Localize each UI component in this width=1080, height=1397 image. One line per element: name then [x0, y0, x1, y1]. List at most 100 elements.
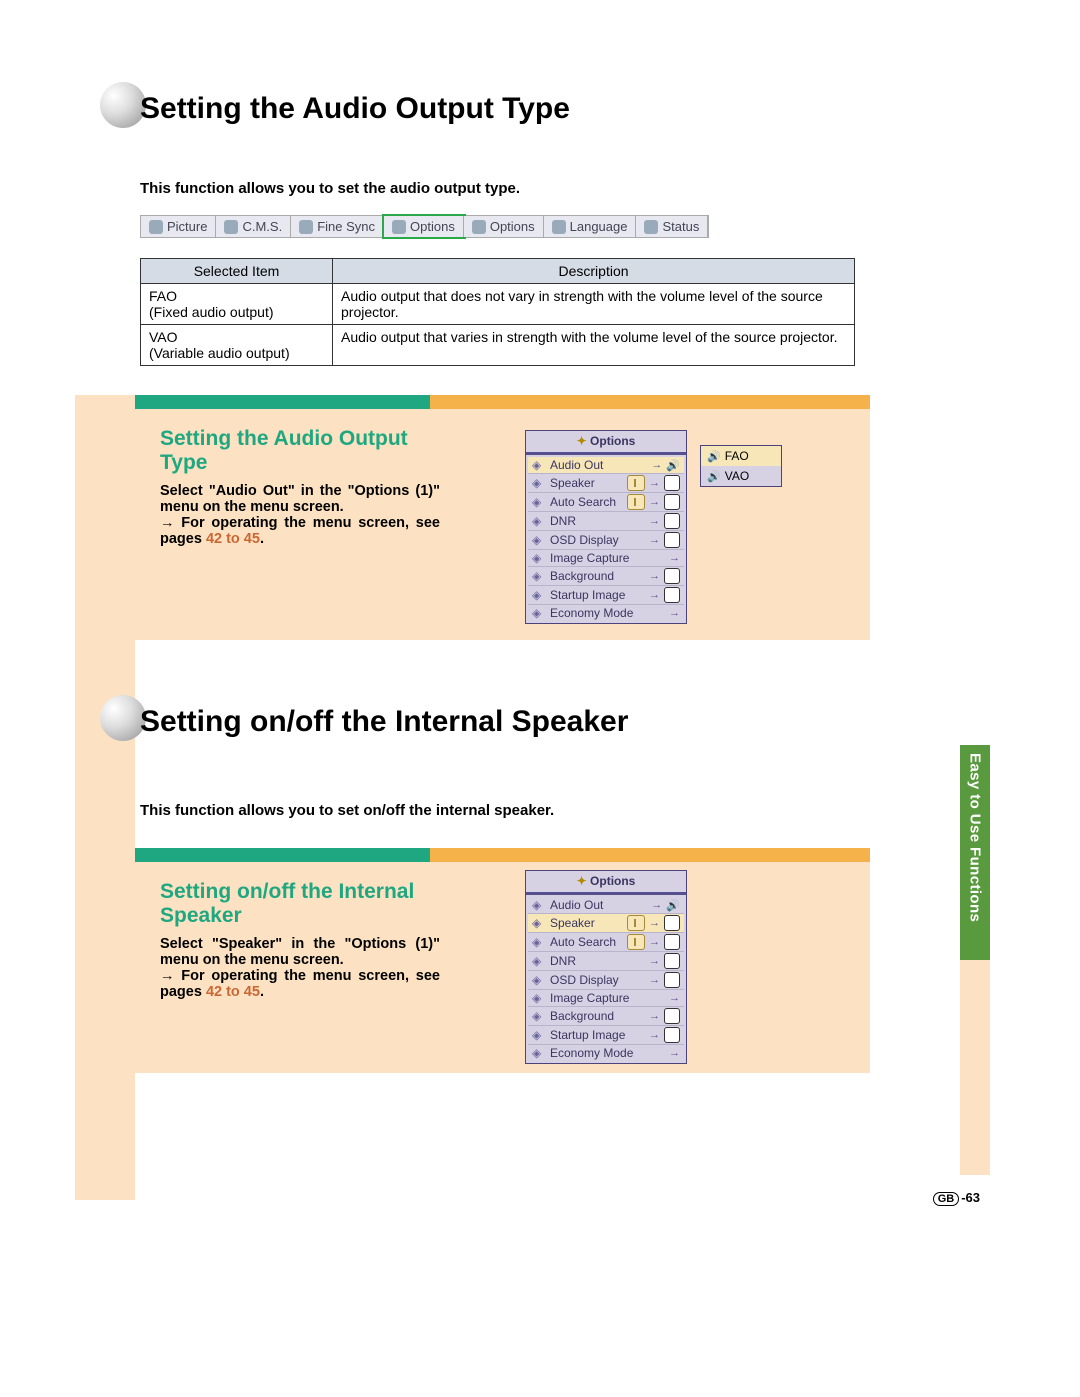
tab-icon: [392, 220, 406, 234]
arrow-icon: →: [649, 570, 660, 582]
side-tab: Easy to Use Functions: [960, 745, 990, 960]
value-badge: [664, 953, 680, 969]
options-row: ◈Speaker→: [528, 474, 684, 493]
tab-icon: [149, 220, 163, 234]
arrow-icon: →: [651, 899, 662, 911]
option-label: Speaker: [550, 916, 623, 930]
option-label: DNR: [550, 954, 645, 968]
options-row: ◈DNR→: [528, 952, 684, 971]
option-label: Auto Search: [550, 935, 623, 949]
table-head-item: Selected Item: [141, 259, 333, 284]
slider-icon: [627, 934, 645, 950]
option-icon: ◈: [532, 916, 546, 930]
option-icon: ◈: [532, 551, 546, 565]
page-number: GB-63: [933, 1190, 980, 1206]
options-row: ◈ Startup Image →: [528, 586, 684, 605]
option-label: Audio Out: [550, 458, 647, 472]
value-badge: [664, 568, 680, 584]
submenu-label: FAO: [725, 449, 749, 463]
arrow-icon: →: [669, 607, 680, 619]
option-icon: ◈: [532, 898, 546, 912]
section-body: Select "Speaker" in the "Options (1)" me…: [135, 936, 465, 1000]
option-icon: ◈: [532, 458, 546, 472]
options-row: ◈OSD Display→: [528, 971, 684, 990]
options-row: ◈Auto Search→: [528, 933, 684, 952]
option-icon: ◈: [532, 495, 546, 509]
arrow-icon: →: [669, 552, 680, 564]
cell-item-sub: (Variable audio output): [149, 345, 290, 361]
options-row: ◈Economy Mode→: [528, 1045, 684, 1061]
option-label: Startup Image: [550, 588, 645, 602]
option-icon: ◈: [532, 476, 546, 490]
cell-item: VAO: [149, 329, 178, 345]
option-icon: ◈: [532, 935, 546, 949]
speaker-icon: 🔊: [666, 899, 680, 912]
option-label: OSD Display: [550, 533, 645, 547]
submenu-row: 🔊 FAO: [701, 446, 781, 466]
submenu-row: 🔊VAO: [701, 466, 781, 486]
option-icon: ◈: [532, 588, 546, 602]
option-icon: ◈: [532, 973, 546, 987]
options-row: ◈ Speaker →: [528, 914, 684, 933]
value-badge: [664, 532, 680, 548]
section-body: Select "Audio Out" in the "Options (1)" …: [135, 483, 465, 547]
option-label: Economy Mode: [550, 1046, 665, 1060]
speaker-icon: 🔊: [707, 450, 721, 463]
option-label: Economy Mode: [550, 606, 665, 620]
tab-icon: [299, 220, 313, 234]
value-badge: [664, 513, 680, 529]
option-icon: ◈: [532, 991, 546, 1005]
options-submenu: 🔊 FAO 🔊VAO: [700, 445, 782, 487]
option-label: Auto Search: [550, 495, 623, 509]
panel-title: ✦ Options: [526, 431, 686, 455]
osd-menubar: PictureC.M.S.Fine SyncOptionsOptionsLang…: [140, 215, 709, 238]
instruction-block-2: Setting on/off the Internal Speaker Sele…: [135, 848, 870, 1073]
value-badge: [664, 475, 680, 491]
option-icon: ◈: [532, 1046, 546, 1060]
tab-icon: [472, 220, 486, 234]
slider-icon: [627, 475, 645, 491]
slider-icon: [627, 494, 645, 510]
options-row: ◈Startup Image→: [528, 1026, 684, 1045]
options-row: ◈Background→: [528, 1007, 684, 1026]
options-row: ◈Image Capture→: [528, 550, 684, 567]
arrow-icon: →: [649, 477, 660, 489]
osd-tab: Picture: [141, 216, 216, 237]
value-badge: [664, 1027, 680, 1043]
options-row: ◈Image Capture→: [528, 990, 684, 1007]
tab-icon: [552, 220, 566, 234]
section-heading: Setting on/off the Internal Speaker: [135, 862, 465, 936]
arrow-icon: →: [649, 589, 660, 601]
page-title-1: Setting the Audio Output Type: [140, 92, 570, 126]
speaker-icon: 🔊: [707, 470, 721, 483]
option-icon: ◈: [532, 569, 546, 583]
cell-item-sub: (Fixed audio output): [149, 304, 274, 320]
osd-tab: Language: [544, 216, 637, 237]
arrow-icon: →: [649, 1029, 660, 1041]
osd-tab: Options: [384, 216, 464, 237]
page-link[interactable]: 42 to 45: [206, 984, 260, 1000]
value-badge: [664, 934, 680, 950]
intro-text-1: This function allows you to set the audi…: [140, 180, 520, 197]
options-row: ◈ Economy Mode →: [528, 605, 684, 621]
options-row: ◈OSD Display→: [528, 531, 684, 550]
arrow-icon: →: [649, 955, 660, 967]
osd-tab: Status: [636, 216, 708, 237]
audio-output-table: Selected Item Description FAO (Fixed aud…: [140, 258, 855, 366]
page-link[interactable]: 42 to 45: [206, 531, 260, 547]
options-row: ◈Audio Out→🔊: [528, 897, 684, 914]
left-column-bar: [75, 395, 135, 1200]
intro-text-2: This function allows you to set on/off t…: [140, 802, 554, 819]
option-icon: ◈: [532, 1028, 546, 1042]
arrow-icon: →: [649, 917, 660, 929]
option-icon: ◈: [532, 533, 546, 547]
options-panel-2: ✦ Options ◈Audio Out→🔊◈Speaker→◈Auto Sea…: [525, 870, 687, 1064]
option-icon: ◈: [532, 606, 546, 620]
slider-icon: [627, 915, 645, 931]
arrow-icon: →: [649, 515, 660, 527]
arrow-icon: →: [669, 992, 680, 1004]
option-label: OSD Display: [550, 973, 645, 987]
option-label: Background: [550, 569, 645, 583]
tab-icon: [224, 220, 238, 234]
value-badge: [664, 915, 680, 931]
